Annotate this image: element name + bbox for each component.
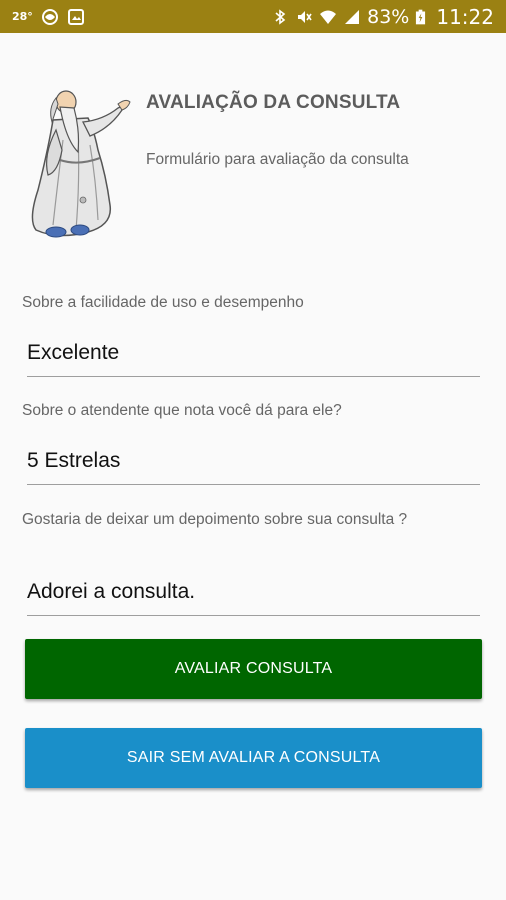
battery-icon [416, 9, 426, 24]
exit-without-evaluating-button[interactable]: SAIR SEM AVALIAR A CONSULTA [25, 728, 482, 788]
form-header: AVALIAÇÃO DA CONSULTA Formulário para av… [18, 80, 488, 245]
submit-evaluation-button[interactable]: AVALIAR CONSULTA [25, 639, 482, 699]
wifi-icon [320, 10, 337, 24]
attendant-field[interactable]: 5 Estrelas [27, 445, 480, 485]
page-subtitle: Formulário para avaliação da consulta [146, 151, 409, 168]
ease-label: Sobre a facilidade de uso e desempenho [22, 294, 304, 311]
bluetooth-icon [275, 8, 286, 25]
page-title: AVALIAÇÃO DA CONSULTA [146, 92, 401, 113]
clock: 11:22 [436, 4, 494, 29]
attendant-label: Sobre o atendente que nota você dá para … [22, 402, 342, 419]
wizard-logo [31, 90, 131, 238]
mute-icon [298, 10, 312, 23]
weather-icon [41, 8, 58, 25]
testimonial-field[interactable]: Adorei a consulta. [27, 576, 480, 616]
temperature-text: 28° [12, 10, 33, 23]
gallery-icon [67, 8, 84, 25]
status-bar: 28° 83% 11:22 [0, 0, 506, 33]
signal-icon [345, 9, 360, 24]
testimonial-label: Gostaria de deixar um depoimento sobre s… [22, 511, 408, 528]
ease-field[interactable]: Excelente [27, 337, 480, 377]
battery-percent: 83% [367, 5, 410, 28]
